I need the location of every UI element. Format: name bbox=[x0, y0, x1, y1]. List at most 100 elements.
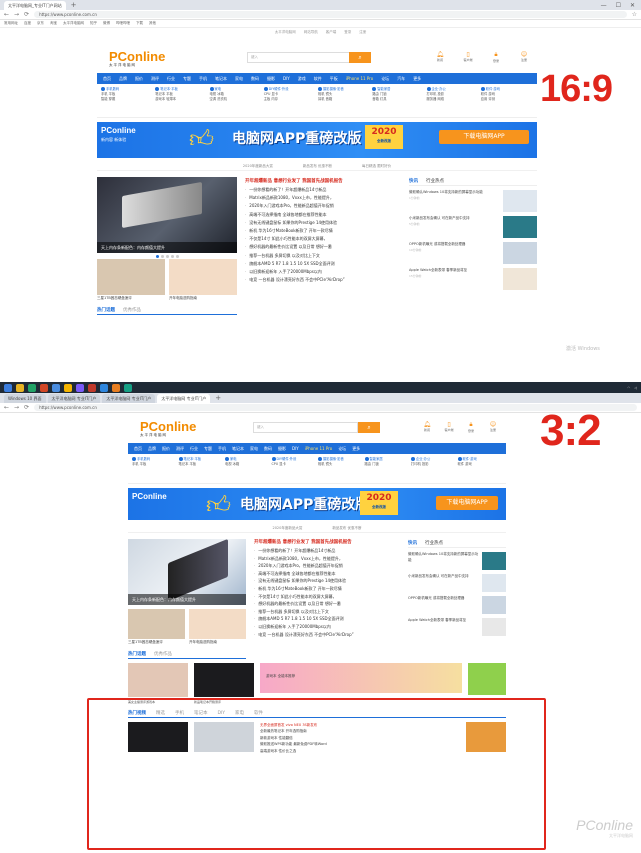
ad-link[interactable]: 新品发布 优惠不断 bbox=[332, 524, 361, 532]
bookmark[interactable]: 京东 bbox=[37, 21, 44, 26]
bell-icon[interactable]: 🔔︎ 新闻 bbox=[432, 51, 448, 63]
new-tab-icon[interactable]: + bbox=[71, 1, 77, 10]
thumb-card[interactable]: 开年电脑选购指南 bbox=[169, 259, 237, 302]
tab-industry[interactable]: 行业热点 bbox=[426, 177, 444, 185]
download-app-button[interactable]: 下载电脑网APP bbox=[436, 496, 498, 510]
user-icon[interactable]: ☺ 注册 bbox=[485, 421, 501, 433]
browser-tab[interactable]: Windows 10 界面 bbox=[4, 394, 46, 403]
news-item[interactable]: · 电竞 一台机器 设计漂亮好东西 不会中PCIe“AirDrop” bbox=[254, 631, 400, 639]
nav-item[interactable]: 专题 bbox=[183, 76, 191, 82]
game-tile[interactable] bbox=[468, 663, 506, 695]
channel-column[interactable]: 摄影摄像·影音 相机 镜头 bbox=[318, 457, 363, 480]
quick-item[interactable]: 微软确认Windows 10将支持新的屏幕显示功能 1分钟前 bbox=[409, 190, 537, 212]
nav-item[interactable]: 手机 bbox=[199, 76, 207, 82]
nav-item[interactable]: 论坛 bbox=[338, 446, 346, 452]
app-promo-banner[interactable]: PConline 👍︎ 电脑网APP重磅改版 2020 全新改版 下载电脑网APP bbox=[128, 488, 506, 520]
nav-item[interactable]: 平板 bbox=[330, 76, 338, 82]
news-item[interactable]: · 旗舰本AMD 5 R7 1.8 1.5 10 5X SSD全面评测 bbox=[254, 615, 400, 623]
lock-icon[interactable]: 🔒︎ 登录 bbox=[463, 421, 479, 433]
new-tab-icon[interactable]: + bbox=[215, 394, 221, 403]
maximize-icon[interactable]: ☐ bbox=[616, 1, 621, 10]
tab-works[interactable]: 优秀作品 bbox=[123, 306, 141, 314]
forward-icon[interactable]: → bbox=[14, 404, 19, 411]
top-link[interactable]: 登录 bbox=[344, 28, 351, 36]
nav-item[interactable]: 笔记本 bbox=[232, 446, 244, 452]
star-icon[interactable]: ☆ bbox=[632, 11, 637, 18]
nav-item[interactable]: 摄影 bbox=[267, 76, 275, 82]
ad-link[interactable]: 新品发布 优惠不断 bbox=[303, 162, 332, 170]
bookmark[interactable]: 微博 bbox=[103, 21, 110, 26]
news-item[interactable]: · 没有无线键盘鼠标 如果你的Prestige 14使用体验 bbox=[254, 577, 400, 585]
tab-industry[interactable]: 行业热点 bbox=[425, 539, 443, 547]
promo-banner[interactable]: 游戏本 全能本推荐 bbox=[260, 663, 462, 693]
nav-item[interactable]: 品牌 bbox=[119, 76, 127, 82]
news-item[interactable]: · 以旧换新迎新年 入手了20000Mbps以内 bbox=[254, 623, 400, 631]
browser-icon[interactable] bbox=[52, 383, 60, 392]
quick-item[interactable]: Apple Watch全新表带 春季新品将至 bbox=[408, 618, 506, 636]
app-icon[interactable] bbox=[124, 383, 132, 392]
news-item[interactable]: · 推荐一台机器 多屏切换 以及对比上下文 bbox=[245, 252, 401, 260]
news-item[interactable]: · 不仅是14寸 如此小巧性能本的双屏大屏幕， bbox=[254, 593, 400, 601]
browser-tab-active[interactable]: 太平洋电脑网_专业IT门户网站 bbox=[4, 1, 66, 10]
news-item[interactable]: · 新机 华为16寸MateBook新款了 开年一款尽情 bbox=[245, 227, 401, 235]
top-link[interactable]: 网站导航 bbox=[304, 28, 318, 36]
thumb-card[interactable]: 三星1TB固态硬盘速评 bbox=[97, 259, 165, 302]
download-app-button[interactable]: 下载电脑网APP bbox=[439, 130, 529, 144]
chat-icon[interactable] bbox=[28, 383, 36, 392]
video-card[interactable]: 美女主播测评游戏本 bbox=[128, 663, 188, 704]
reload-icon[interactable]: ⟳ bbox=[24, 404, 29, 411]
quick-item[interactable]: Apple Watch全新表带 春季新品将至 15分钟前 bbox=[409, 268, 537, 290]
app-promo-banner[interactable]: PConline 新内容 新体验 👍︎ 电脑网APP重磅改版 2020 全新改版 … bbox=[97, 122, 537, 158]
nav-item[interactable]: 论坛 bbox=[381, 76, 389, 82]
channel-column[interactable]: 手机数码 手机 平板 智能 穿戴 bbox=[101, 87, 153, 114]
nav-item[interactable]: 首页 bbox=[134, 446, 142, 452]
channel-column[interactable]: 智能家居 路由 门锁 bbox=[364, 457, 410, 480]
browser-tab[interactable]: 太平洋电脑网 专业IT门户 bbox=[47, 394, 101, 403]
tab-works[interactable]: 优秀作品 bbox=[154, 650, 172, 658]
quick-item[interactable]: OPPO新机曝光 或将搭载全新处理器 10分钟前 bbox=[409, 242, 537, 264]
nav-item[interactable]: 品牌 bbox=[148, 446, 156, 452]
nav-item[interactable]: DIY bbox=[283, 76, 290, 81]
thumb-card[interactable]: 三星1TB固态硬盘速评 bbox=[128, 609, 185, 646]
hero-carousel[interactable]: 天上内存条新配色：内存颜值大提升 bbox=[97, 177, 237, 253]
ad-link[interactable]: 2020年度新品大赏 bbox=[272, 524, 302, 532]
bookmark[interactable]: 下载 bbox=[136, 21, 143, 26]
nav-item[interactable]: 行业 bbox=[190, 446, 198, 452]
news-item[interactable]: · 高端不可选择指南 全球各地都在推荐性能本 bbox=[254, 570, 400, 578]
news-item[interactable]: · 电竞 一台机器 设计漂亮好东西 不会中PCIe“AirDrop” bbox=[245, 276, 401, 284]
quick-item[interactable]: 微软确认Windows 10将支持新的屏幕显示功能 bbox=[408, 552, 506, 570]
quick-item[interactable]: 小米新品发布会确认 可在新产品中支持 bbox=[408, 574, 506, 592]
nav-item[interactable]: 行业 bbox=[167, 76, 175, 82]
back-icon[interactable]: ← bbox=[4, 11, 9, 18]
tab-hot-topics[interactable]: 热门话题 bbox=[97, 306, 115, 314]
nav-item[interactable]: 游戏 bbox=[298, 76, 306, 82]
site-logo[interactable]: PConline 太平洋电脑网 bbox=[128, 420, 196, 438]
app-icon[interactable] bbox=[40, 383, 48, 392]
tab-quick[interactable]: 快讯 bbox=[409, 177, 418, 185]
channel-column[interactable]: 家电 电视 冰箱 bbox=[225, 457, 270, 480]
quick-item[interactable]: OPPO新机曝光 或将搭载全新处理器 bbox=[408, 596, 506, 614]
channel-column[interactable]: 家电 电视 冰箱 空调 洗衣机 bbox=[209, 87, 262, 114]
news-item[interactable]: · 2020年入门游戏本Pro，性能新品超值开年促销 bbox=[245, 202, 401, 210]
close-icon[interactable]: ✕ bbox=[630, 1, 635, 10]
browser-tab[interactable]: 太平洋电脑网 专业IT门户 bbox=[102, 394, 156, 403]
nav-item[interactable]: 专题 bbox=[204, 446, 212, 452]
news-item[interactable]: · 一份你想看的新了！开年超爆新品14寸新品 bbox=[245, 186, 401, 194]
news-item[interactable]: · 推荐一台机器 多屏切换 以及对比上下文 bbox=[254, 608, 400, 616]
bell-icon[interactable]: 🔔︎ 新闻 bbox=[419, 421, 435, 433]
bookmark[interactable]: 淘宝 bbox=[50, 21, 57, 26]
system-tray[interactable]: ◠ ◁ bbox=[627, 386, 641, 390]
news-item[interactable]: · 想好机器的最新性价比设置 以及日常 想好一番 bbox=[254, 600, 400, 608]
thumb-card[interactable]: 开年电脑选购指南 bbox=[189, 609, 246, 646]
browser-tab-active[interactable]: 太平洋电脑网 专业IT门户 bbox=[157, 394, 211, 403]
channel-column[interactable]: DIY硬件·外设 CPU 显卡 bbox=[271, 457, 317, 480]
bookmark[interactable]: 太平洋电脑网 bbox=[63, 21, 84, 26]
channel-column[interactable]: 笔记本·平板 笔记本 平板 bbox=[178, 457, 224, 480]
nav-item[interactable]: iPhone 11 Pro bbox=[305, 446, 332, 451]
app-icon[interactable] bbox=[112, 383, 120, 392]
lock-icon[interactable]: 🔒︎ 登录 bbox=[488, 51, 504, 63]
nav-item[interactable]: 更多 bbox=[352, 446, 360, 452]
channel-column[interactable]: 笔记本·平板 笔记本 平板 游戏本 轻薄本 bbox=[155, 87, 207, 114]
channel-column[interactable]: 摄影摄像·影音 相机 镜头 耳机 音箱 bbox=[318, 87, 370, 114]
channel-column[interactable]: 软件·游戏 软件 游戏 bbox=[457, 457, 503, 480]
